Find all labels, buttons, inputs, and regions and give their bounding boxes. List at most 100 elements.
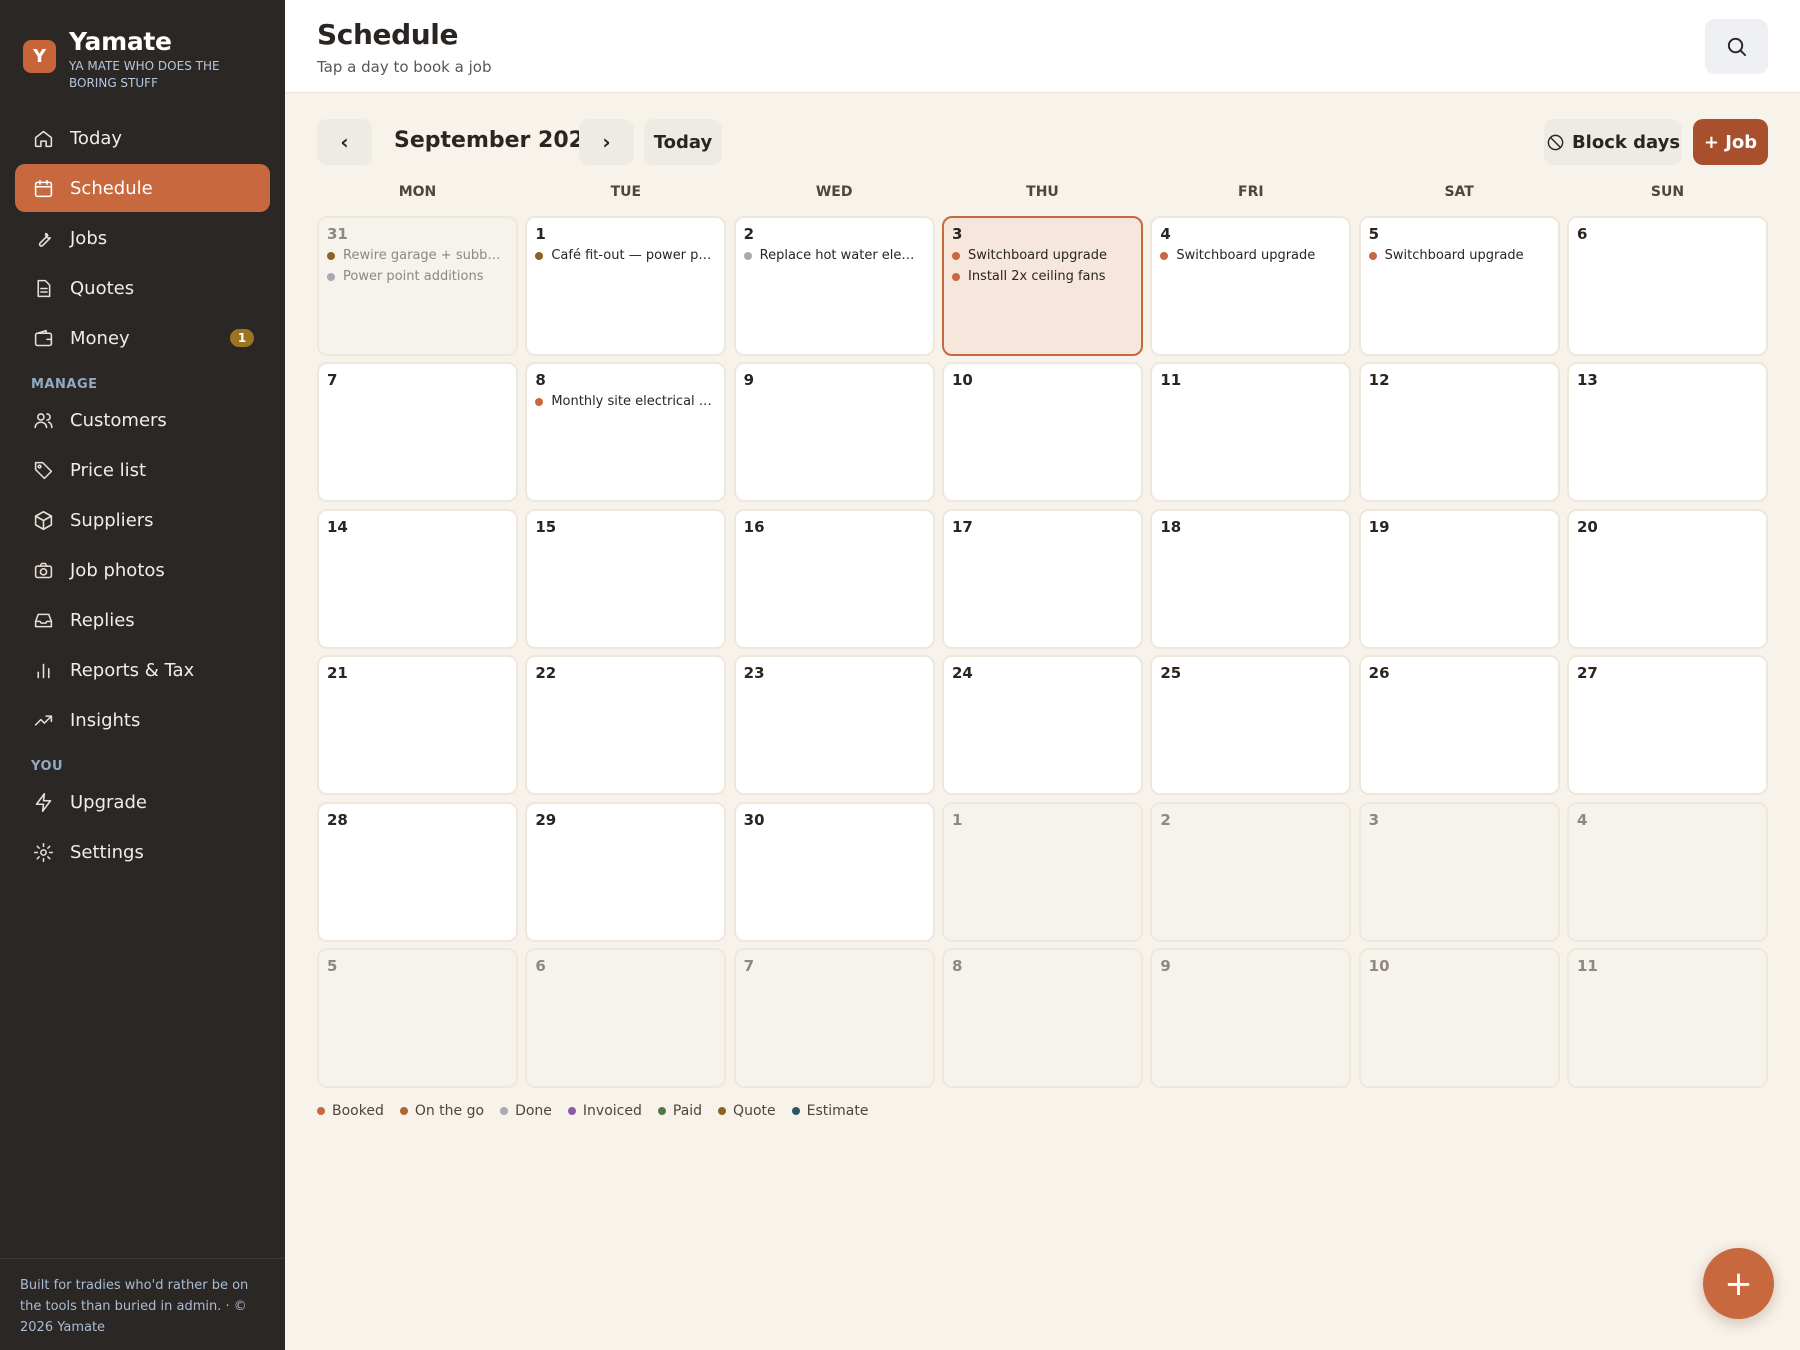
calendar-day-today[interactable]: 3 Switchboard upgrade Install 2x ceiling f… [941, 216, 1143, 356]
calendar-day[interactable]: 13 [1566, 362, 1768, 503]
tag-icon [31, 458, 55, 482]
section-heading-you: YOU [31, 759, 64, 774]
calendar-day[interactable]: 29 [525, 801, 727, 942]
previous-month-button[interactable]: ‹ [317, 119, 372, 165]
legend-dot [791, 1107, 800, 1115]
calendar-event[interactable]: Switchboard upgrade [1160, 245, 1341, 266]
add-job-button[interactable]: + Job [1693, 119, 1768, 165]
month-label: September 2026 [394, 128, 600, 153]
sidebar-item-insights[interactable]: Insights [15, 696, 270, 744]
day-number: 8 [951, 957, 963, 975]
calendar-event[interactable]: Switchboard upgrade [951, 245, 1133, 266]
calendar-event[interactable]: Install 2x ceiling fans [951, 266, 1133, 287]
calendar-event[interactable]: Café fit-out — power points [535, 245, 716, 266]
day-number: 4 [1576, 810, 1588, 829]
calendar-day[interactable]: 10 [941, 362, 1143, 503]
sidebar-item-reports-and-tax[interactable]: Reports & Tax [15, 646, 270, 694]
legend-label: Quote [733, 1103, 776, 1119]
day-number: 6 [1576, 225, 1588, 243]
calendar-day[interactable]: 5 Switchboard upgrade [1358, 216, 1560, 356]
legend-label: Invoiced [582, 1103, 642, 1119]
calendar-day[interactable]: 4 Switchboard upgrade [1150, 216, 1352, 356]
calendar-day[interactable]: 27 [1566, 655, 1768, 796]
sidebar-item-today[interactable]: Today [15, 114, 270, 162]
calendar-event[interactable]: Switchboard upgrade [1368, 245, 1550, 266]
legend-item: Estimate [791, 1103, 868, 1119]
calendar-day[interactable]: 8 [941, 948, 1143, 1088]
calendar-day[interactable]: 2 Replace hot water element [733, 216, 935, 356]
status-legend: Booked On the go Done Invoiced Paid Quote Esti… [317, 1101, 884, 1121]
calendar-day[interactable]: 10 [1358, 948, 1560, 1088]
calendar-day[interactable]: 30 [733, 801, 935, 942]
calendar-day[interactable]: 3 [1358, 801, 1560, 942]
calendar-event[interactable]: Rewire garage + subboard [327, 245, 508, 266]
sidebar-item-suppliers[interactable]: Suppliers [15, 496, 270, 544]
calendar-day[interactable]: 11 [1150, 362, 1352, 503]
sidebar-item-money[interactable]: Money 1 [15, 314, 270, 362]
calendar-day[interactable]: 4 [1566, 801, 1768, 942]
calendar-day[interactable]: 15 [525, 508, 727, 649]
calendar-day[interactable]: 7 [317, 362, 518, 503]
calendar-day[interactable]: 1 Café fit-out — power points [525, 216, 727, 356]
block-days-button[interactable]: Block days [1544, 119, 1682, 165]
calendar-day[interactable]: 16 [733, 508, 935, 649]
calendar-day[interactable]: 24 [941, 655, 1143, 796]
weekday-label: WED [815, 184, 853, 200]
calendar-event[interactable]: Monthly site electrical che... [535, 391, 716, 412]
add-fab-button[interactable]: + [1703, 1248, 1774, 1319]
day-number: 11 [1576, 957, 1598, 975]
calendar-day[interactable]: 6 [1566, 216, 1768, 356]
calendar-day[interactable]: 17 [941, 508, 1143, 649]
calendar-day[interactable]: 23 [733, 655, 935, 796]
sidebar-item-upgrade[interactable]: Upgrade [15, 778, 270, 826]
calendar-day[interactable]: 19 [1358, 508, 1560, 649]
calendar-day[interactable]: 7 [733, 948, 935, 1088]
sidebar-nav: Today Schedule Jobs Quotes Money 1 MANAGE Custo… [15, 114, 270, 878]
calendar-day[interactable]: 9 [733, 362, 935, 503]
calendar-day[interactable]: 28 [317, 801, 518, 942]
calendar-day[interactable]: 26 [1358, 655, 1560, 796]
calendar-day[interactable]: 25 [1150, 655, 1352, 796]
calendar-day[interactable]: 6 [525, 948, 727, 1088]
sidebar-item-label: Settings [70, 841, 144, 863]
calendar-day[interactable]: 21 [317, 655, 518, 796]
calendar-day[interactable]: 14 [317, 508, 518, 649]
calendar-day[interactable]: 5 [317, 948, 518, 1088]
calendar-day[interactable]: 31 Rewire garage + subboard Power point ad… [317, 216, 518, 356]
calendar-day[interactable]: 22 [525, 655, 727, 796]
sidebar-item-settings[interactable]: Settings [15, 828, 270, 876]
inbox-icon [31, 608, 55, 632]
sidebar-item-replies[interactable]: Replies [15, 596, 270, 644]
calendar-event[interactable]: Replace hot water element [743, 245, 925, 266]
bar-chart-icon [31, 658, 55, 682]
day-number: 9 [1160, 957, 1171, 975]
calendar-event[interactable]: Power point additions [327, 266, 508, 287]
camera-icon [31, 558, 55, 582]
next-month-button[interactable]: › [579, 119, 634, 165]
calendar-day[interactable]: 2 [1150, 801, 1352, 942]
weekday-label: SUN [1650, 184, 1685, 200]
search-button[interactable] [1705, 19, 1768, 74]
calendar-day[interactable]: 11 [1566, 948, 1768, 1088]
calendar-day[interactable]: 9 [1150, 948, 1352, 1088]
sidebar-item-schedule[interactable]: Schedule [15, 164, 270, 212]
brand[interactable]: Y Yamate YA MATE WHO DOES THE BORING STU… [23, 26, 239, 92]
calendar-day[interactable]: 1 [941, 801, 1143, 942]
today-button[interactable]: Today [644, 119, 722, 165]
sidebar-item-job-photos[interactable]: Job photos [15, 546, 270, 594]
legend-label: Booked [332, 1103, 384, 1119]
sidebar-item-label: Price list [70, 459, 147, 481]
sidebar-item-customers[interactable]: Customers [15, 396, 270, 444]
legend-item: Quote [718, 1103, 776, 1119]
sidebar-item-jobs[interactable]: Jobs [15, 214, 270, 262]
sidebar-item-quotes[interactable]: Quotes [15, 264, 270, 312]
status-dot [327, 272, 335, 281]
sidebar-item-price-list[interactable]: Price list [15, 446, 270, 494]
calendar-toolbar: ‹ September 2026 › Today Block days + Jo… [317, 119, 1768, 167]
calendar-day[interactable]: 18 [1150, 508, 1352, 649]
status-dot [535, 397, 544, 406]
status-dot [1368, 251, 1377, 260]
calendar-day[interactable]: 20 [1566, 508, 1768, 649]
calendar-day[interactable]: 8 Monthly site electrical che... [525, 362, 727, 503]
calendar-day[interactable]: 12 [1358, 362, 1560, 503]
